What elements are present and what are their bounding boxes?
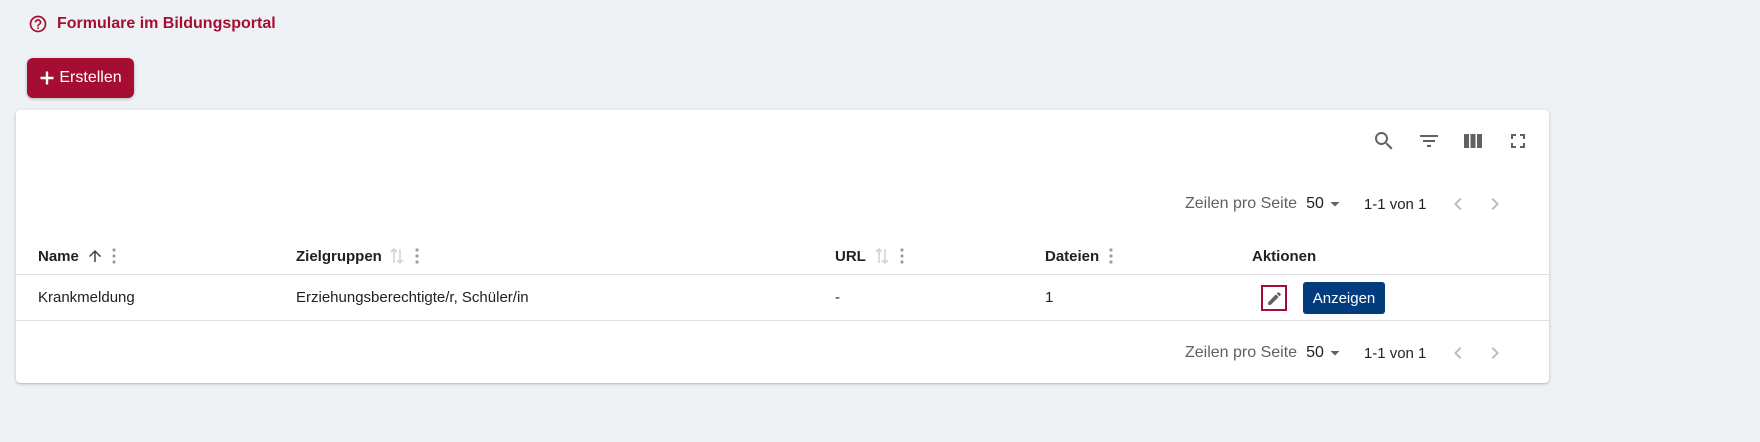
help-circle-icon (28, 14, 48, 34)
rows-per-page-label: Zeilen pro Seite (1185, 344, 1298, 361)
next-page-icon[interactable] (1483, 341, 1507, 365)
cell-name: Krankmeldung (38, 289, 135, 306)
plus-icon (39, 70, 55, 86)
column-header-label: Name (38, 247, 79, 265)
create-button-label: Erstellen (59, 69, 122, 86)
sort-both-icon[interactable] (874, 247, 890, 265)
row-divider (16, 320, 1549, 321)
filter-icon[interactable] (1417, 129, 1441, 153)
edit-button[interactable] (1261, 285, 1287, 311)
rows-per-page-value: 50 (1306, 344, 1324, 361)
fullscreen-icon[interactable] (1506, 129, 1530, 153)
columns-icon[interactable] (1461, 129, 1485, 153)
column-menu-icon[interactable] (899, 247, 905, 265)
sort-both-icon[interactable] (389, 247, 405, 265)
rows-per-page-label: Zeilen pro Seite (1185, 195, 1298, 212)
previous-page-icon[interactable] (1446, 192, 1470, 216)
caret-down-icon (1330, 351, 1340, 356)
column-header-label: Dateien (1045, 247, 1100, 265)
column-menu-icon[interactable] (414, 247, 420, 265)
column-header-name[interactable]: Name (38, 244, 117, 268)
forms-table-card: Zeilen pro Seite 50 1-1 von 1 Name Zielg… (16, 110, 1549, 383)
next-page-icon[interactable] (1483, 192, 1507, 216)
cell-url: - (835, 289, 840, 306)
column-menu-icon[interactable] (111, 247, 117, 265)
pagination-range: 1-1 von 1 (1363, 195, 1427, 213)
help-link-label: Formulare im Bildungsportal (57, 15, 276, 32)
create-button[interactable]: Erstellen (27, 58, 134, 98)
pencil-icon (1267, 291, 1281, 305)
column-header-label: URL (835, 247, 866, 265)
caret-down-icon (1330, 202, 1340, 207)
previous-page-icon[interactable] (1446, 341, 1470, 365)
sort-arrow-up-icon[interactable] (86, 247, 104, 265)
column-header-aktionen: Aktionen (1252, 244, 1316, 268)
column-header-url[interactable]: URL (835, 244, 905, 268)
column-header-zielgruppen[interactable]: Zielgruppen (296, 244, 420, 268)
pagination-bottom: Zeilen pro Seite 50 1-1 von 1 (1185, 341, 1507, 365)
rows-per-page-select[interactable]: 50 (1306, 195, 1342, 213)
cell-dateien: 1 (1045, 289, 1054, 306)
cell-zielgruppen: Erziehungsberechtigte/r, Schüler/in (296, 289, 529, 306)
search-icon[interactable] (1372, 129, 1396, 153)
column-menu-icon[interactable] (1108, 247, 1114, 265)
column-header-label: Zielgruppen (296, 247, 382, 265)
header-divider (16, 274, 1549, 275)
pagination-top: Zeilen pro Seite 50 1-1 von 1 (1185, 192, 1507, 216)
rows-per-page-select[interactable]: 50 (1306, 344, 1342, 362)
help-link-forms[interactable]: Formulare im Bildungsportal (28, 14, 276, 34)
rows-per-page-value: 50 (1306, 195, 1324, 212)
show-button[interactable]: Anzeigen (1303, 282, 1385, 314)
column-header-label: Aktionen (1252, 247, 1317, 265)
pagination-range: 1-1 von 1 (1363, 344, 1427, 362)
column-header-dateien[interactable]: Dateien (1045, 244, 1114, 268)
